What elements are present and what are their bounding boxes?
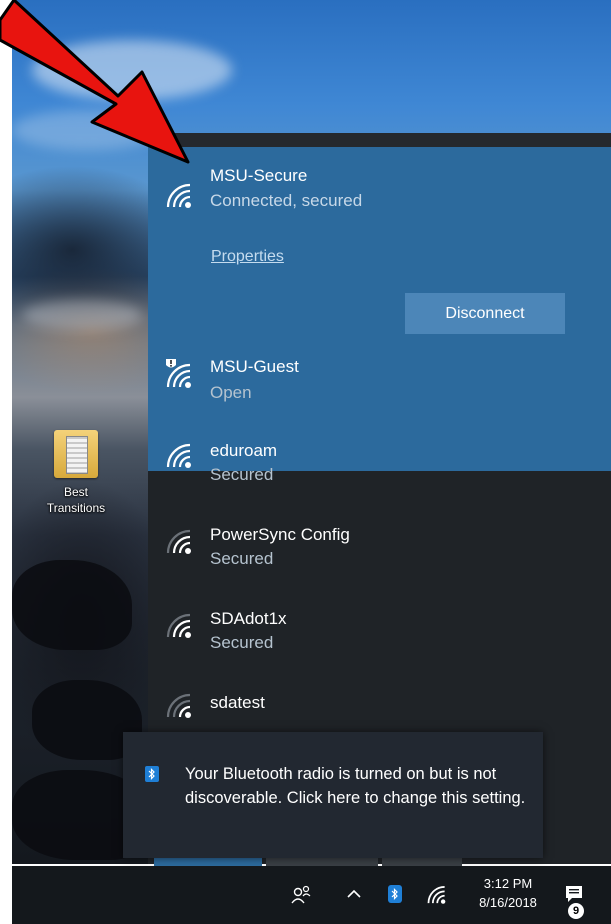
network-name: PowerSync Config	[210, 525, 350, 544]
network-item-eduroam[interactable]: eduroam Secured	[148, 429, 611, 513]
wifi-signal-icon	[166, 529, 191, 554]
quick-action-hotspot-tile[interactable]	[382, 858, 462, 866]
flyout-top-strip	[148, 133, 611, 147]
network-status: Connected, secured	[210, 191, 363, 210]
chevron-up-icon[interactable]	[342, 882, 366, 906]
network-name: sdatest	[210, 693, 265, 712]
network-item-powersync-config[interactable]: PowerSync Config Secured	[148, 513, 611, 597]
network-item-msu-guest[interactable]: MSU-Guest Open	[148, 345, 611, 429]
desktop-icon-best-transitions[interactable]: Best Transitions	[40, 430, 112, 516]
network-status: Open	[210, 383, 252, 402]
wifi-open-warning-icon	[166, 359, 191, 388]
people-icon[interactable]	[286, 880, 316, 910]
clock-date: 8/16/2018	[479, 895, 537, 910]
bluetooth-icon[interactable]	[383, 882, 407, 906]
network-name: MSU-Guest	[210, 357, 299, 376]
taskbar: 3:12 PM 8/16/2018	[12, 866, 611, 924]
network-status: Secured	[210, 633, 274, 652]
toast-message: Your Bluetooth radio is turned on but is…	[185, 765, 526, 807]
quick-action-wifi-tile[interactable]	[154, 858, 262, 866]
network-status: Secured	[210, 465, 274, 484]
taskbar-clock[interactable]: 3:12 PM 8/16/2018	[468, 874, 548, 912]
network-name: eduroam	[210, 441, 278, 460]
bluetooth-toast-notification[interactable]: Your Bluetooth radio is turned on but is…	[123, 732, 543, 858]
folder-icon	[54, 430, 98, 478]
screen: Best Transitions MSU-Secure Connected, s…	[0, 0, 611, 924]
network-name: MSU-Secure	[210, 166, 308, 185]
quick-action-airplane-tile[interactable]	[266, 858, 378, 866]
network-status: Secured	[210, 549, 274, 568]
wifi-icon[interactable]	[424, 881, 452, 909]
network-item-sdadot1x[interactable]: SDAdot1x Secured	[148, 597, 611, 681]
disconnect-button[interactable]: Disconnect	[405, 293, 565, 334]
notification-count-badge: 9	[568, 903, 584, 919]
clock-time: 3:12 PM	[483, 876, 533, 891]
red-arrow-annotation	[0, 0, 190, 164]
wifi-signal-icon	[166, 183, 191, 208]
wifi-signal-icon	[166, 613, 191, 638]
properties-link[interactable]: Properties	[211, 248, 284, 266]
wifi-signal-icon	[166, 443, 191, 468]
network-name: SDAdot1x	[210, 609, 287, 628]
wifi-signal-icon	[166, 693, 191, 718]
bluetooth-icon	[145, 766, 159, 782]
desktop-icon-label: Best Transitions	[46, 485, 106, 515]
